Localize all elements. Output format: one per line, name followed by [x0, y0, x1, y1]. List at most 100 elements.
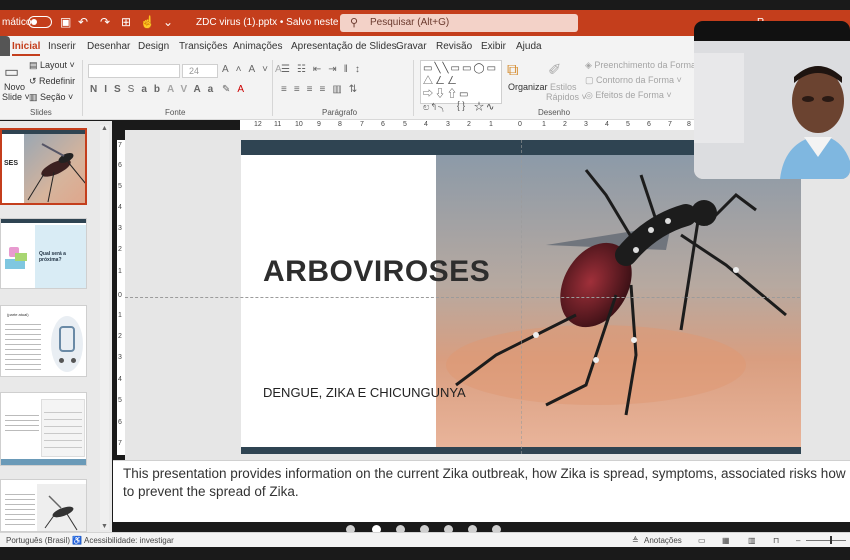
zoom-slider-knob[interactable] [830, 536, 832, 544]
font-name-box[interactable] [88, 64, 180, 78]
powerpoint-window: mático ▣ ↶ ↷ ⊞ ☝ ⌄ ZDC virus (1).pptx • … [0, 0, 850, 560]
ruler-tick: 5 [403, 121, 407, 128]
thumb-3-heading: (parte atual) [7, 312, 29, 317]
thumb-mosquito-image [27, 143, 85, 203]
thumbnail-scrollbar[interactable]: ▲ ▼ [100, 125, 109, 530]
slide-thumbnail-4[interactable] [0, 392, 87, 466]
zoom-slider[interactable] [806, 540, 846, 541]
tab-apresentacao[interactable]: Apresentação de Slides [291, 41, 397, 52]
tab-desenhar[interactable]: Desenhar [87, 41, 130, 52]
present-icon[interactable]: ⊞ [121, 15, 131, 29]
search-box[interactable]: ⚲ Pesquisar (Alt+G) [340, 14, 578, 32]
touch-mode-icon[interactable]: ☝ [140, 15, 155, 29]
shape-fill-button[interactable]: ◈ Preenchimento da Forma ˅ [585, 60, 704, 71]
new-slide-icon[interactable]: ▭ [4, 62, 19, 82]
ruler-tick: 6 [118, 162, 122, 169]
ruler-tick: 12 [254, 121, 262, 128]
quick-styles-label-2[interactable]: Rápidos ˅ [546, 92, 587, 102]
undo-icon[interactable]: ↶ [78, 15, 88, 29]
thumb-mosquito-small [44, 495, 78, 531]
arrange-label[interactable]: Organizar [508, 82, 548, 92]
new-slide-label-1[interactable]: Novo [4, 82, 25, 92]
quick-styles-label-1[interactable]: Estilos [550, 82, 577, 92]
align-buttons[interactable]: ≡≡≡≡▥⇅ [281, 84, 364, 95]
ruler-tick: 2 [118, 333, 122, 340]
scroll-down-icon[interactable]: ▼ [101, 523, 108, 530]
speaker-notes[interactable]: This presentation provides information o… [113, 460, 850, 522]
guide-line-vertical [521, 140, 522, 454]
autosave-toggle[interactable] [28, 16, 52, 28]
reset-label: Redefinir [39, 76, 76, 86]
accessibility-status[interactable]: Acessibilidade: investigar [84, 536, 174, 545]
tab-gravar[interactable]: Gravar [396, 41, 427, 52]
font-color-buttons[interactable]: ✎A [222, 84, 251, 95]
tab-design[interactable]: Design [138, 41, 169, 52]
tab-exibir[interactable]: Exibir [481, 41, 506, 52]
save-icon[interactable]: ▣ [60, 15, 71, 29]
tab-inserir[interactable]: Inserir [48, 41, 76, 52]
tab-inicial[interactable]: Inicial [12, 41, 41, 56]
document-title[interactable]: ZDC virus (1).pptx • Salvo neste PC ˅ [196, 17, 364, 28]
ruler-tick: 8 [338, 121, 342, 128]
sorter-view-icon[interactable]: ▦ [722, 536, 730, 545]
ruler-tick: 0 [118, 292, 122, 299]
shape-outline-button[interactable]: ▢ Contorno da Forma ˅ [585, 75, 682, 86]
notes-button[interactable]: Anotações [644, 536, 682, 545]
normal-view-icon[interactable]: ▭ [698, 536, 706, 545]
tab-revisao[interactable]: Revisão [436, 41, 472, 52]
shape-fill-label: Preenchimento da Forma ˅ [594, 60, 704, 70]
slide-subtitle[interactable]: DENGUE, ZIKA E CHICUNGUNYA [263, 385, 466, 400]
new-slide-label-2[interactable]: Slide ˅ [2, 92, 30, 102]
reading-view-icon[interactable]: ▥ [748, 536, 756, 545]
list-buttons[interactable]: ☰☷⇤⇥‖↕ [281, 64, 367, 75]
ruler-tick: 0 [518, 121, 522, 128]
ruler-tick: 4 [118, 204, 122, 211]
section-label: Seção ˅ [40, 92, 74, 102]
font-format-buttons[interactable]: NISSabAVAa [90, 84, 220, 95]
shape-outline-label: Contorno da Forma ˅ [596, 75, 682, 85]
ruler-tick: 1 [118, 312, 122, 319]
slide-thumbnail-5[interactable] [0, 479, 87, 532]
section-button[interactable]: ▥ Seção ˅ [29, 92, 73, 103]
status-bar: Português (Brasil) ♿ Acessibilidade: inv… [0, 532, 850, 547]
quick-styles-icon[interactable]: ✐ [548, 60, 561, 80]
customize-toolbar-icon[interactable]: ⌄ [163, 15, 173, 29]
thumb-band [1, 219, 86, 223]
accessibility-icon: ♿ [72, 536, 82, 545]
tab-ajuda[interactable]: Ajuda [516, 41, 542, 52]
font-grow-shrink[interactable]: A˄A˅A [222, 64, 289, 75]
arrange-icon[interactable]: ⧉ [507, 62, 518, 80]
slide-thumbnail-1[interactable]: SES [0, 128, 87, 205]
reset-button[interactable]: ↺ Redefinir [29, 76, 75, 87]
ruler-tick: 4 [605, 121, 609, 128]
thumb-photo [24, 134, 85, 203]
horizontal-ruler: 12 11 10 9 8 7 6 5 4 3 2 1 0 1 2 3 4 5 6… [240, 120, 695, 130]
separator [272, 60, 273, 116]
slide-thumbnail-3[interactable]: (parte atual) [0, 305, 87, 377]
slide-title[interactable]: ARBOVIROSES [263, 255, 490, 289]
redo-icon[interactable]: ↷ [100, 15, 110, 29]
tab-animacoes[interactable]: Animações [233, 41, 282, 52]
separator [413, 60, 414, 116]
slide-thumbnail-2[interactable]: Qual será a próxima? [0, 218, 87, 289]
ruler-tick: 7 [118, 440, 122, 447]
thumb-text-lines [5, 490, 35, 528]
ruler-tick: 3 [118, 225, 122, 232]
shape-effects-button[interactable]: ◎ Efeitos de Forma ˅ [585, 90, 672, 101]
layout-button[interactable]: ▤ Layout ˅ [29, 60, 75, 71]
tab-transicoes[interactable]: Transições [179, 41, 228, 52]
zoom-out-icon[interactable]: – [796, 536, 800, 545]
language-status[interactable]: Português (Brasil) [6, 536, 70, 545]
mosquito-photo[interactable] [436, 155, 801, 447]
ruler-tick: 1 [542, 121, 546, 128]
thumb-text-lines [5, 411, 39, 431]
drawing-group-label: Desenho [538, 108, 571, 117]
font-size-box[interactable]: 24 [182, 64, 218, 78]
scroll-up-icon[interactable]: ▲ [101, 125, 108, 132]
ruler-tick: 5 [118, 183, 122, 190]
ruler-tick: 3 [118, 354, 122, 361]
shapes-gallery[interactable]: ▭╲╲▭▭◯▭ △ㄥㄥ⇨⇩⇧▭ ಲ↰╮｛｝☆∿ [420, 60, 502, 113]
ruler-tick: 2 [563, 121, 567, 128]
webcam-overlay[interactable] [694, 21, 850, 179]
slideshow-icon[interactable]: ⊓ [773, 536, 779, 545]
